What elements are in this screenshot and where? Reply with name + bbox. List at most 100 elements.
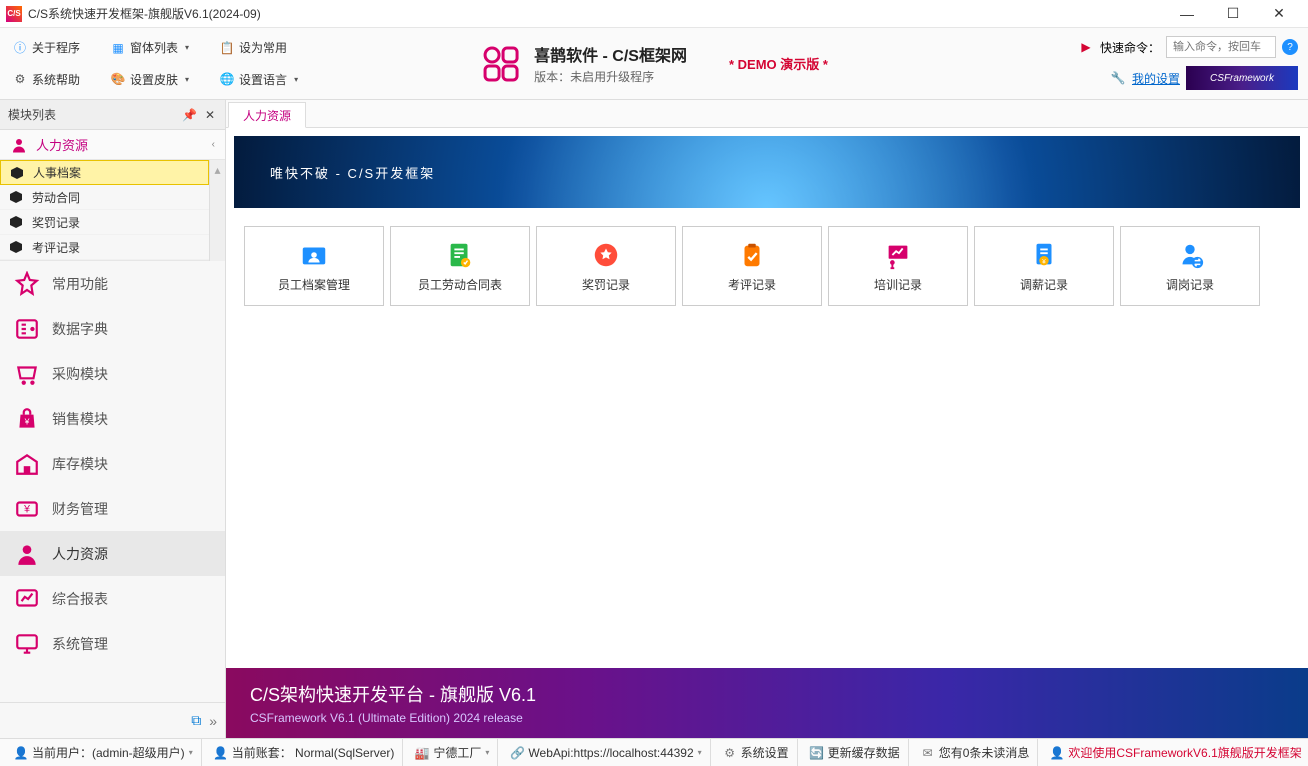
nav-dict[interactable]: 数据字典 [0,306,225,351]
set-skin-button[interactable]: 🎨设置皮肤 [102,69,197,90]
status-refresh-label: 更新缓存数据 [828,744,900,761]
tile-reward[interactable]: 奖罚记录 [536,226,676,306]
set-favorite-button[interactable]: 📋设为常用 [211,37,295,58]
monitor-icon [14,631,40,657]
medal-icon [591,240,621,270]
tile-personnel[interactable]: 员工档案管理 [244,226,384,306]
tile-training[interactable]: 培训记录 [828,226,968,306]
svg-text:¥: ¥ [1042,258,1046,265]
nav-label: 常用功能 [52,274,108,294]
sidebar-footer: ⧉ » [0,702,225,738]
status-account[interactable]: 👤 当前账套： Normal(SqlServer) [206,739,404,766]
layout-icon[interactable]: ⧉ [191,712,201,729]
maximize-button[interactable]: ☐ [1210,0,1256,28]
sidebar: 模块列表 📌✕ 人力资源 ‹ 人事档案 劳动合同 奖罚记录 考评记录 ▴ 常用功… [0,100,226,738]
mail-icon: ✉ [921,746,935,760]
user-icon: 👤 [214,746,228,760]
pin-icon[interactable]: 📌 [180,106,199,124]
status-sysset[interactable]: ⚙系统设置 [715,739,798,766]
status-factory[interactable]: 🏭宁德工厂▾ [407,739,498,766]
tile-label: 员工劳动合同表 [418,276,502,293]
sidebar-group-label: 人力资源 [36,135,88,154]
terminal-icon: ▶ [1078,39,1094,55]
sidebar-group-hr[interactable]: 人力资源 ‹ [0,130,225,160]
ad-banner[interactable]: CSFramework [1186,66,1298,90]
windows-icon: ▦ [110,40,126,56]
status-refresh[interactable]: 🔄 更新缓存数据 [802,739,909,766]
title-bar: C/S C/S系统快速开发框架-旗舰版V6.1(2024-09) — ☐ ✕ [0,0,1308,28]
svg-text:¥: ¥ [24,416,30,426]
svg-text:¥: ¥ [23,503,31,515]
close-panel-icon[interactable]: ✕ [203,106,217,124]
tile-label: 考评记录 [728,276,776,293]
cube-icon [11,167,23,179]
nav-label: 人力资源 [52,544,108,564]
sidebar-item-label: 劳动合同 [32,189,80,206]
sidebar-item-evaluate[interactable]: 考评记录 [0,235,209,260]
nav-label: 财务管理 [52,499,108,519]
status-user-label: 当前用户：(admin-超级用户) [32,744,185,761]
person-icon [10,136,28,154]
info-icon: ⓘ [12,40,28,56]
tab-hr[interactable]: 人力资源 [228,102,306,128]
help-icon[interactable]: ? [1282,39,1298,55]
footer-title: C/S架构快速开发平台 - 旗舰版 V6.1 [250,681,1284,707]
status-user[interactable]: 👤当前用户：(admin-超级用户)▾ [6,739,202,766]
nav-label: 采购模块 [52,364,108,384]
sidebar-item-personnel[interactable]: 人事档案 [0,160,209,185]
minimize-button[interactable]: — [1164,0,1210,28]
about-button[interactable]: ⓘ关于程序 [4,37,88,58]
tile-transfer[interactable]: 调岗记录 [1120,226,1260,306]
setfav-label: 设为常用 [239,39,287,56]
sidebar-item-label: 人事档案 [33,164,81,181]
status-factory-label: 宁德工厂 [433,744,481,761]
status-bar: 👤当前用户：(admin-超级用户)▾ 👤 当前账套： Normal(SqlSer… [0,738,1308,766]
quick-command-input[interactable] [1166,36,1276,58]
nav-report[interactable]: 综合报表 [0,576,225,621]
window-list-button[interactable]: ▦窗体列表 [102,37,197,58]
status-webapi-label: WebApi:https://localhost:44392 [528,746,693,760]
status-msg-label: 您有0条未读消息 [939,744,1030,761]
winlist-label: 窗体列表 [130,39,178,56]
nav-common[interactable]: 常用功能 [0,261,225,306]
content-area: 人力资源 唯快不破 - C/S开发框架 员工档案管理 员工劳动合同表 奖罚记录 … [226,100,1308,738]
status-account-label: 当前账套： Normal(SqlServer) [232,744,395,761]
sidebar-scrollbar[interactable]: ▴ [209,160,225,261]
brand-logo-icon [480,43,522,85]
tile-evaluate[interactable]: 考评记录 [682,226,822,306]
clipboard-check-icon [737,240,767,270]
system-help-button[interactable]: ⚙系统帮助 [4,69,88,90]
nav-purchase[interactable]: 采购模块 [0,351,225,396]
my-settings-link[interactable]: 我的设置 [1132,70,1180,87]
status-webapi[interactable]: 🔗WebApi:https://localhost:44392▾ [502,739,710,766]
nav-system[interactable]: 系统管理 [0,621,225,666]
presentation-icon [883,240,913,270]
tile-salary[interactable]: ¥ 调薪记录 [974,226,1114,306]
skin-icon: 🎨 [110,71,126,87]
link-icon: 🔗 [510,746,524,760]
nav-finance[interactable]: ¥ 财务管理 [0,486,225,531]
footer-banner: C/S架构快速开发平台 - 旗舰版 V6.1 CSFramework V6.1 … [226,668,1308,738]
refresh-icon: 🔄 [810,746,824,760]
tile-grid: 员工档案管理 员工劳动合同表 奖罚记录 考评记录 培训记录 ¥ 调薪记录 调岗记录 [226,208,1308,324]
sidebar-item-label: 考评记录 [32,239,80,256]
nav-label: 销售模块 [52,409,108,429]
doc-money-icon: ¥ [1029,240,1059,270]
nav-stock[interactable]: 库存模块 [0,441,225,486]
tile-contract[interactable]: 员工劳动合同表 [390,226,530,306]
demo-tag: * DEMO 演示版 * [729,54,828,73]
tile-label: 调薪记录 [1020,276,1068,293]
more-icon[interactable]: » [209,713,217,729]
person-swap-icon [1175,240,1205,270]
tile-label: 奖罚记录 [582,276,630,293]
skin-label: 设置皮肤 [130,71,178,88]
nav-hr[interactable]: 人力资源 [0,531,225,576]
close-button[interactable]: ✕ [1256,0,1302,28]
nav-sales[interactable]: ¥ 销售模块 [0,396,225,441]
sidebar-items: 人事档案 劳动合同 奖罚记录 考评记录 [0,160,209,261]
sidebar-item-reward[interactable]: 奖罚记录 [0,210,209,235]
nav-label: 数据字典 [52,319,108,339]
status-messages[interactable]: ✉ 您有0条未读消息 [913,739,1039,766]
sidebar-item-contract[interactable]: 劳动合同 [0,185,209,210]
set-language-button[interactable]: 🌐设置语言 [211,69,306,90]
